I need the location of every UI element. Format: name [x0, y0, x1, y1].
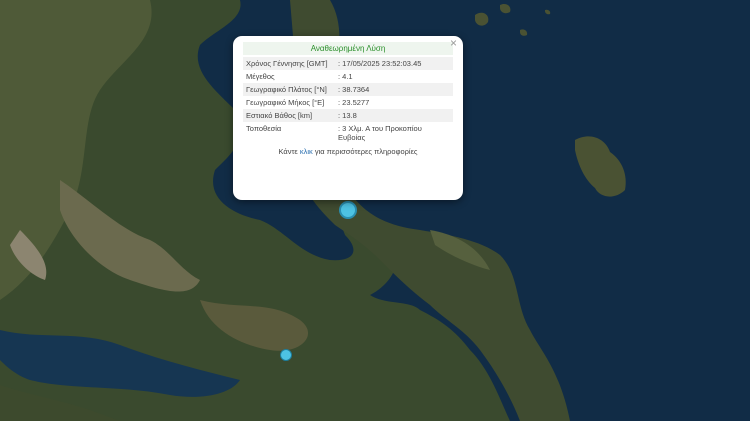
table-row: Μέγεθος : 4.1: [243, 70, 453, 83]
footer-text-post: για περισσότερες πληροφορίες: [312, 147, 418, 156]
table-row: Τοποθεσία : 3 Χλμ. Α του Προκοπίου Ευβοί…: [243, 122, 453, 144]
earthquake-info-popup: × Αναθεωρημένη Λύση Χρόνος Γέννησης [GMT…: [233, 36, 463, 200]
row-value: : 38.7364: [335, 83, 453, 96]
row-label: Μέγεθος: [246, 72, 275, 81]
row-label: Τοποθεσία: [246, 124, 282, 133]
row-value: : 3 Χλμ. Α του Προκοπίου Ευβοίας: [338, 124, 422, 142]
table-row: Γεωγραφικό Μήκος [°E] : 23.5277: [243, 96, 453, 109]
row-value: : 13.8: [335, 109, 453, 122]
table-row: Γεωγραφικό Πλάτος [°N] : 38.7364: [243, 83, 453, 96]
footer-text-pre: Κάντε: [278, 147, 300, 156]
row-value: : 17/05/2025 23:52:03.45: [335, 57, 453, 70]
row-label: Γεωγραφικό Μήκος [°E]: [246, 98, 325, 107]
popup-title: Αναθεωρημένη Λύση: [243, 42, 453, 55]
row-label: Εστιακό Βάθος [km]: [243, 109, 335, 122]
more-info-link[interactable]: κλικ: [300, 147, 313, 156]
close-icon[interactable]: ×: [450, 37, 457, 49]
row-label: Γεωγραφικό Πλάτος [°N]: [243, 83, 335, 96]
row-value: : 23.5277: [338, 98, 370, 107]
table-row: Χρόνος Γέννησης [GMT] : 17/05/2025 23:52…: [243, 57, 453, 70]
table-row: Εστιακό Βάθος [km] : 13.8: [243, 109, 453, 122]
earthquake-marker[interactable]: [339, 201, 357, 219]
earthquake-marker[interactable]: [280, 349, 292, 361]
row-label: Χρόνος Γέννησης [GMT]: [243, 57, 335, 70]
info-table: Χρόνος Γέννησης [GMT] : 17/05/2025 23:52…: [243, 57, 453, 144]
popup-footer: Κάντε κλικ για περισσότερες πληροφορίες: [243, 147, 453, 156]
row-value: : 4.1: [338, 72, 353, 81]
